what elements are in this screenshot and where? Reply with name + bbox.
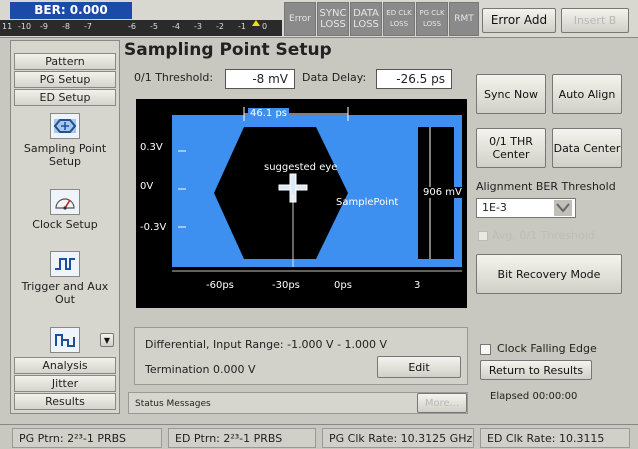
ber-threshold-value: 1E-3	[482, 201, 507, 214]
status-messages-label: Status Messages	[135, 399, 211, 409]
clock-falling-checkbox[interactable]	[480, 343, 491, 355]
gauge-icon	[50, 189, 80, 215]
ber-tick: -5	[150, 22, 158, 31]
data-loss-indicator: DATA LOSS	[350, 2, 382, 36]
pg-pattern-status: PG Ptrn: 2²³-1 PRBS	[12, 428, 162, 448]
x-tick-label: 0ps	[334, 280, 352, 291]
ber-readout: BER: 0.000	[10, 2, 132, 19]
sidebar: Pattern PG Setup ED Setup Sampling Point…	[10, 40, 120, 414]
pg-clk-loss-indicator: PG CLK LOSS	[416, 2, 448, 36]
error-indicator: Error	[284, 2, 316, 36]
sync-now-button[interactable]: Sync Now	[476, 74, 546, 114]
sidebar-item-more[interactable]: ▼	[14, 327, 116, 356]
suggested-eye-label: suggested eye	[264, 162, 338, 173]
sidebar-item-label: Trigger and Aux Out	[21, 280, 109, 306]
return-to-results-button[interactable]: Return to Results	[480, 360, 592, 380]
ber-tick: -4	[172, 22, 180, 31]
y-tick-label: 0.3V	[140, 142, 163, 153]
chevron-down-icon	[554, 200, 572, 216]
eye-diagram-plot[interactable]: 46.1 ps 906 mV suggested eye SamplePoint…	[136, 99, 467, 308]
auto-align-button[interactable]: Auto Align	[552, 74, 622, 114]
input-range-panel: Differential, Input Range: -1.000 V - 1.…	[134, 327, 468, 385]
ber-tick: -1	[238, 22, 246, 31]
data-delay-label: Data Delay:	[302, 71, 367, 84]
avg-threshold-option[interactable]: Avg. 0/1 Threshold	[478, 229, 595, 242]
ber-tick: -9	[40, 22, 48, 31]
y-tick-label: 0V	[140, 181, 154, 192]
threshold-label: 0/1 Threshold:	[134, 71, 214, 84]
waveform-icon	[50, 327, 80, 353]
more-button[interactable]: More...	[417, 393, 467, 413]
avg-threshold-label: Avg. 0/1 Threshold	[492, 229, 595, 242]
eye-width-label: 46.1 ps	[248, 108, 290, 119]
edit-button[interactable]: Edit	[377, 356, 461, 378]
sidebar-item-sampling-point[interactable]: Sampling Point Setup	[14, 113, 116, 168]
error-add-button[interactable]: Error Add	[482, 8, 556, 33]
sidebar-item-label: Sampling Point Setup	[23, 142, 107, 168]
ed-pattern-status: ED Ptrn: 2²³-1 PRBS	[168, 428, 316, 448]
x-tick-label: -60ps	[206, 280, 234, 291]
insert-b-button[interactable]: Insert B	[561, 8, 629, 33]
sidebar-tab-pattern[interactable]: Pattern	[14, 53, 116, 70]
threshold-input[interactable]: -8 mV	[225, 69, 295, 89]
x-tick-label: -30ps	[272, 280, 300, 291]
ed-clk-loss-indicator: ED CLK LOSS	[383, 2, 415, 36]
ber-tick: -2	[216, 22, 224, 31]
top-status-bar: BER: 0.000 11 -10 -9 -8 -7 -6 -5 -4 -3 -…	[0, 0, 638, 38]
x-tick-label: 3	[414, 280, 421, 291]
ber-tick: -6	[128, 22, 136, 31]
sync-loss-indicator: SYNC LOSS	[317, 2, 349, 36]
chevron-down-icon[interactable]: ▼	[100, 333, 114, 347]
alignment-label: Alignment BER Threshold	[476, 180, 616, 193]
clock-falling-label: Clock Falling Edge	[497, 342, 597, 355]
termination-label: Termination 0.000 V	[145, 363, 256, 376]
avg-threshold-checkbox[interactable]	[478, 231, 488, 241]
pulse-icon	[50, 251, 80, 277]
ber-tick: -10	[18, 22, 32, 31]
data-delay-input[interactable]: -26.5 ps	[376, 69, 452, 89]
sidebar-tab-pg-setup[interactable]: PG Setup	[14, 71, 116, 88]
bottom-status-bar: PG Ptrn: 2²³-1 PRBS ED Ptrn: 2²³-1 PRBS …	[0, 424, 638, 449]
thr-center-button[interactable]: 0/1 THR Center	[476, 128, 546, 168]
elapsed-time: Elapsed 00:00:00	[490, 391, 578, 402]
y-tick-label: -0.3V	[140, 222, 167, 233]
sidebar-tab-ed-setup[interactable]: ED Setup	[14, 89, 116, 106]
ber-scale: 11 -10 -9 -8 -7 -6 -5 -4 -3 -2 -1 0	[0, 20, 282, 36]
sidebar-item-label: Clock Setup	[32, 218, 98, 231]
eye-height-label: 906 mV	[423, 187, 462, 198]
ber-marker-icon	[252, 20, 260, 26]
ber-tick: -3	[194, 22, 202, 31]
page-title: Sampling Point Setup	[124, 40, 332, 60]
sidebar-tab-analysis[interactable]: Analysis	[14, 357, 116, 374]
pg-clock-rate: PG Clk Rate: 10.3125 GHz	[322, 428, 474, 448]
rmt-indicator: RMT	[449, 2, 479, 36]
ber-threshold-select[interactable]: 1E-3	[476, 198, 576, 218]
sidebar-tab-results[interactable]: Results	[14, 393, 116, 410]
eye-diagram-canvas	[136, 99, 467, 308]
sidebar-item-trigger[interactable]: Trigger and Aux Out	[14, 251, 116, 306]
sample-point-label: SamplePoint	[336, 197, 399, 208]
input-range-label: Differential, Input Range: -1.000 V - 1.…	[145, 338, 388, 351]
ber-tick: 0	[262, 22, 268, 31]
ber-tick: -8	[62, 22, 70, 31]
ber-tick: -7	[84, 22, 92, 31]
ed-clock-rate: ED Clk Rate: 10.3115 GHz	[480, 428, 630, 448]
eye-diagram-icon	[50, 113, 80, 139]
clock-falling-edge-option[interactable]: Clock Falling Edge	[480, 342, 597, 355]
ber-tick: 11	[2, 22, 13, 31]
bit-recovery-button[interactable]: Bit Recovery Mode	[476, 254, 622, 294]
sidebar-tab-jitter[interactable]: Jitter	[14, 375, 116, 392]
data-center-button[interactable]: Data Center	[552, 128, 622, 168]
sidebar-item-clock-setup[interactable]: Clock Setup	[14, 189, 116, 231]
